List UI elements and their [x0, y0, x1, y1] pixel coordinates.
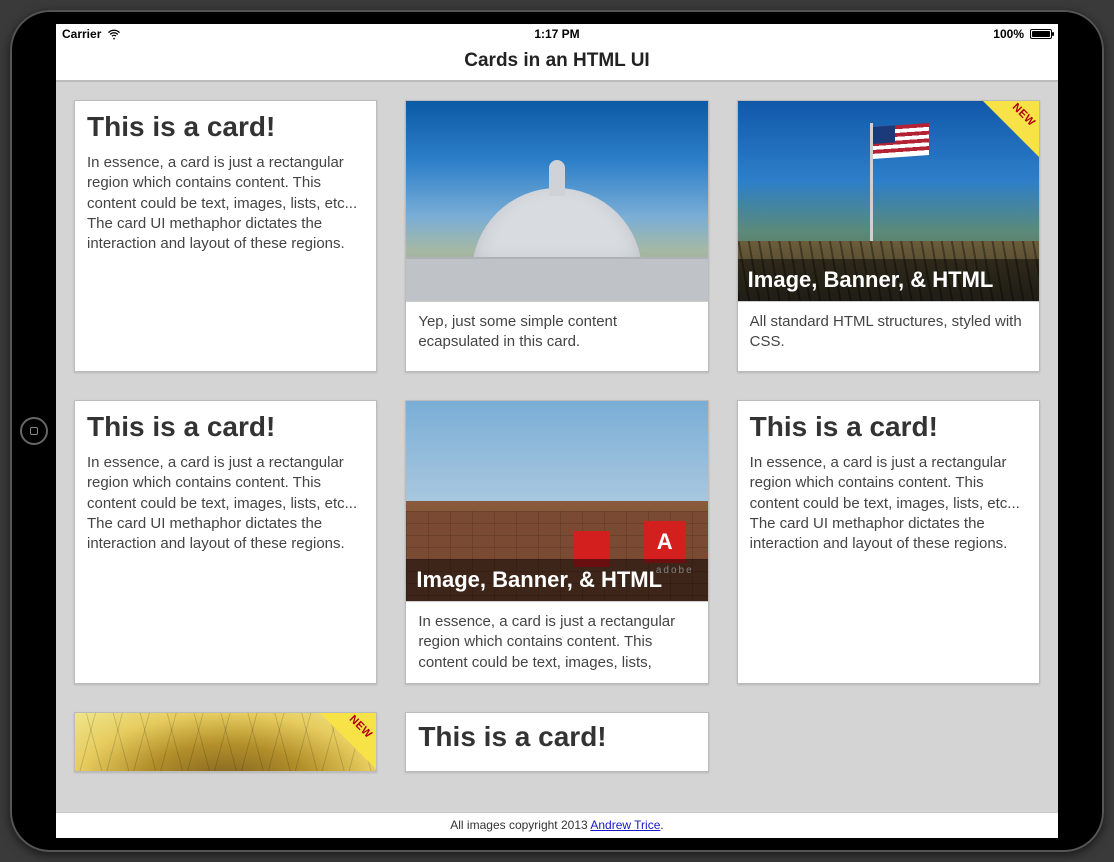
card-text[interactable]: This is a card! In essence, a card is ju…	[74, 100, 377, 372]
card-text[interactable]: This is a card! In essence, a card is ju…	[74, 400, 377, 684]
clock-label: 1:17 PM	[534, 27, 579, 41]
card-text[interactable]: This is a card!	[405, 712, 708, 772]
new-ribbon: NEW	[983, 101, 1039, 157]
page-title: Cards in an HTML UI	[56, 44, 1058, 82]
status-bar: Carrier 1:17 PM 100%	[56, 24, 1058, 44]
card-image	[406, 101, 707, 301]
battery-icon	[1030, 29, 1052, 39]
new-ribbon: NEW	[320, 713, 376, 769]
wifi-icon	[107, 27, 121, 41]
card-title: This is a card!	[87, 411, 364, 443]
card-image: A adobe Image, Banner, & HTML	[406, 401, 707, 601]
carrier-label: Carrier	[62, 27, 101, 41]
card-body: In essence, a card is just a rectangular…	[750, 453, 1027, 554]
overlay-title: Image, Banner, & HTML	[738, 259, 1039, 301]
overlay-title: Image, Banner, & HTML	[406, 559, 707, 601]
home-button[interactable]	[20, 417, 48, 445]
card-body: In essence, a card is just a rectangular…	[87, 153, 364, 254]
card-body: All standard HTML structures, styled wit…	[738, 301, 1039, 371]
card-body: In essence, a card is just a rectangular…	[406, 601, 707, 683]
card-title: This is a card!	[418, 721, 695, 753]
screen: Carrier 1:17 PM 100% Cards in an HTML UI…	[56, 24, 1058, 838]
card-body: In essence, a card is just a rectangular…	[87, 453, 364, 554]
footer: All images copyright 2013 Andrew Trice.	[56, 812, 1058, 838]
card-image-banner[interactable]: A adobe Image, Banner, & HTML In essence…	[405, 400, 708, 684]
card-image-new[interactable]: NEW	[74, 712, 377, 772]
card-title: This is a card!	[87, 111, 364, 143]
footer-prefix: All images copyright 2013	[450, 818, 590, 832]
battery-pct-label: 100%	[993, 27, 1024, 41]
card-grid: This is a card! In essence, a card is ju…	[56, 82, 1058, 772]
card-image: Image, Banner, & HTML NEW	[738, 101, 1039, 301]
card-text[interactable]: This is a card! In essence, a card is ju…	[737, 400, 1040, 684]
footer-suffix: .	[660, 818, 663, 832]
card-body: Yep, just some simple content ecapsulate…	[406, 301, 707, 371]
footer-link[interactable]: Andrew Trice	[590, 818, 660, 832]
content-area[interactable]: This is a card! In essence, a card is ju…	[56, 82, 1058, 812]
card-image: NEW	[75, 713, 376, 772]
card-image-simple[interactable]: Yep, just some simple content ecapsulate…	[405, 100, 708, 372]
card-image-banner-new[interactable]: Image, Banner, & HTML NEW All standard H…	[737, 100, 1040, 372]
card-title: This is a card!	[750, 411, 1027, 443]
device-frame: Carrier 1:17 PM 100% Cards in an HTML UI…	[10, 10, 1104, 852]
